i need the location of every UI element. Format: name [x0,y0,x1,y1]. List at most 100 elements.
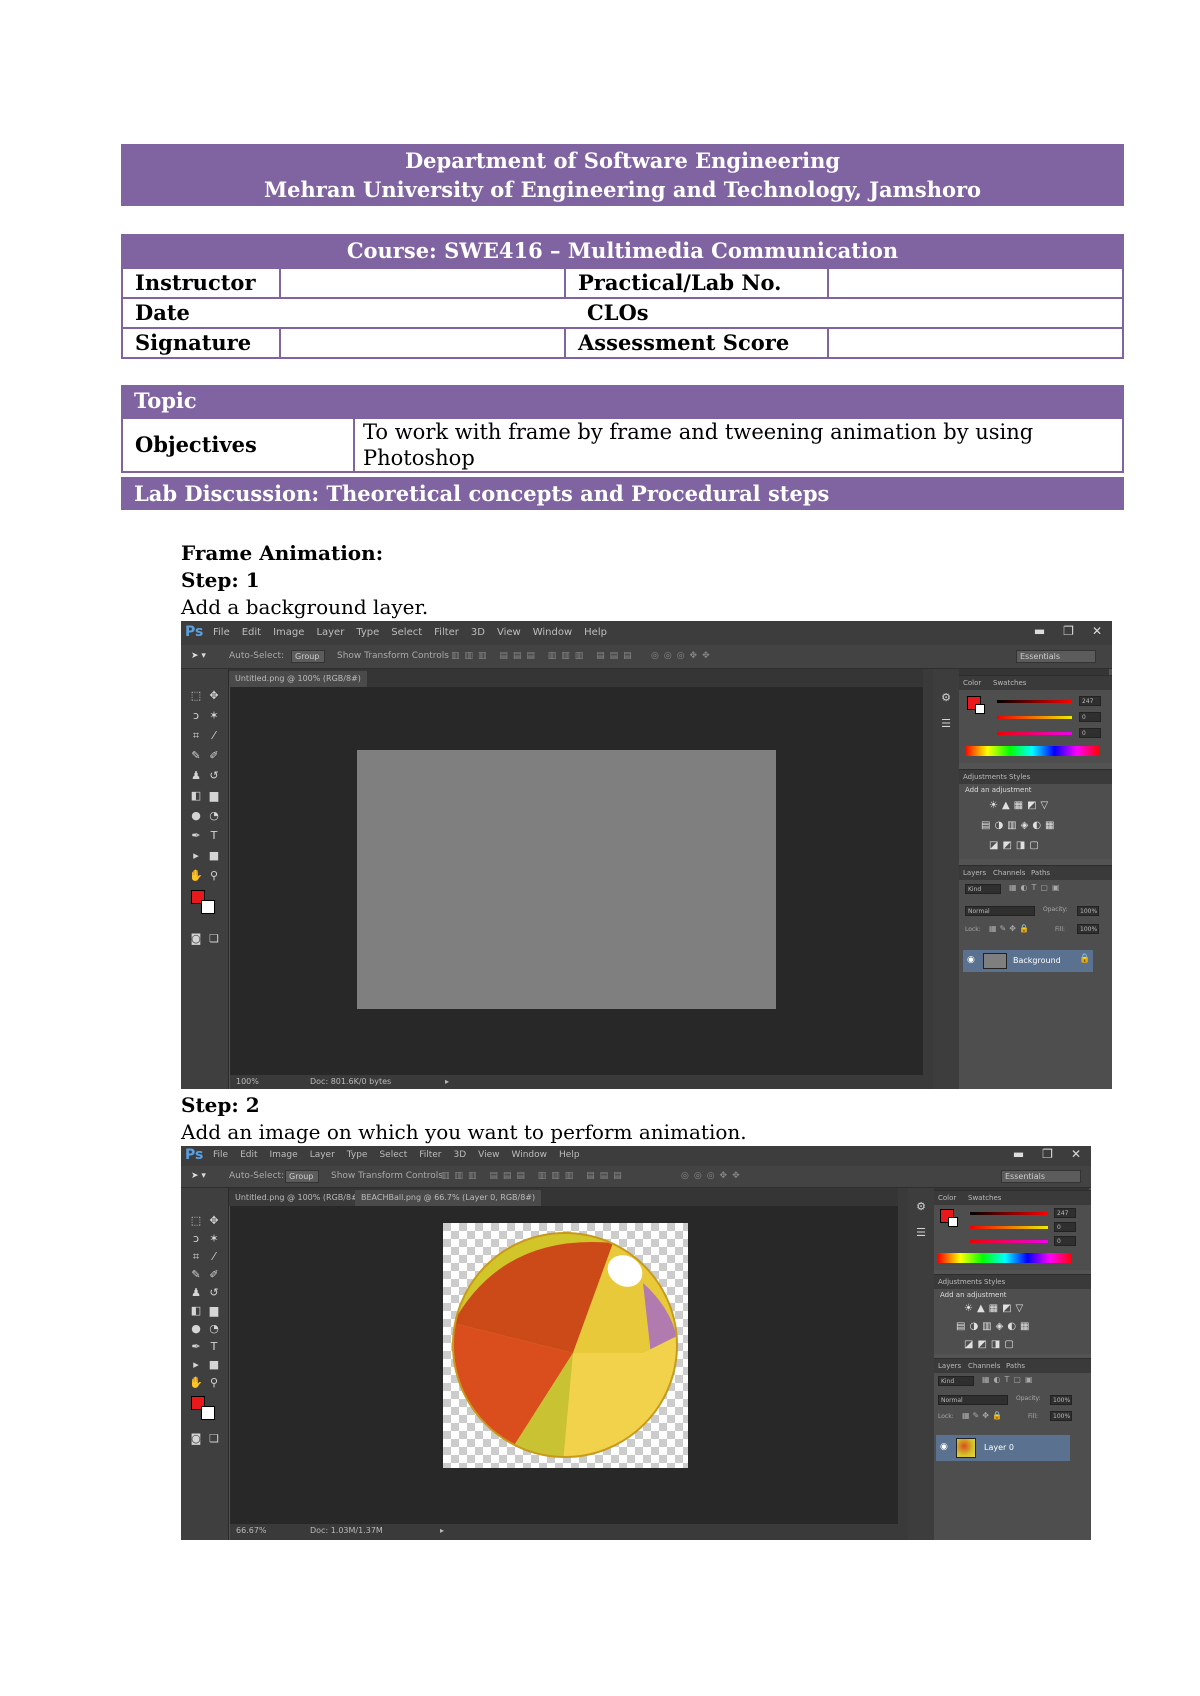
color-spectrum[interactable] [965,746,1099,756]
move-tool-icon[interactable]: ➤ ▾ [191,651,206,661]
tab-paths[interactable]: Paths [1027,866,1054,880]
status-arrow-icon[interactable]: ▸ [445,1075,449,1089]
green-value[interactable]: 0 [1054,1222,1076,1232]
properties-panel-icon[interactable]: ☰ [939,717,953,731]
blue-value[interactable]: 0 [1079,728,1101,738]
menu-edit[interactable]: Edit [240,1150,257,1160]
workspace-dropdown[interactable]: Essentials [1001,1170,1081,1183]
tab-paths[interactable]: Paths [1002,1359,1029,1373]
close-icon[interactable]: ✕ [1071,1147,1081,1161]
3d-mode-icons[interactable]: ◎◎◎✥✥ [651,651,715,661]
type-tool-icon[interactable]: T [207,829,221,843]
adjustment-icons-row3[interactable]: ◪◩◨▢ [964,1339,1018,1350]
crop-tool-icon[interactable]: ⌗ [189,729,203,743]
visibility-eye-icon[interactable]: ◉ [967,955,975,965]
menu-type[interactable]: Type [347,1150,368,1160]
menu-type[interactable]: Type [356,627,379,638]
history-panel-icon[interactable]: ⚙ [939,691,953,705]
screen-mode-icon[interactable]: ❏ [207,1432,221,1446]
show-transform-checkbox-label[interactable]: Show Transform Controls [337,651,449,661]
lock-icons[interactable]: ▦✎✥🔒 [989,924,1032,933]
vertical-scrollbar[interactable] [898,1188,908,1524]
pen-tool-icon[interactable]: ✒ [189,829,203,843]
history-brush-icon[interactable]: ↺ [207,1286,221,1300]
tab-channels[interactable]: Channels [964,1359,1004,1373]
menu-select[interactable]: Select [379,1150,407,1160]
screen-mode-icon[interactable]: ❏ [207,932,221,946]
layer-kind-filter[interactable]: Kind [965,884,1001,894]
tab-layers[interactable]: Layers [959,866,990,880]
red-value[interactable]: 247 [1054,1208,1076,1218]
stamp-tool-icon[interactable]: ♟ [189,1286,203,1300]
hand-tool-icon[interactable]: ✋ [189,1376,203,1390]
pen-tool-icon[interactable]: ✒ [189,1340,203,1354]
adjustment-icons-row1[interactable]: ☀▲▦◩▽ [989,800,1052,811]
type-tool-icon[interactable]: T [207,1340,221,1354]
marquee-tool-icon[interactable]: ⬚ [189,689,203,703]
3d-mode-icons[interactable]: ◎◎◎✥✥ [681,1171,745,1181]
tab-styles[interactable]: Styles [1005,770,1034,784]
color-panel-bg-swatch[interactable] [975,704,985,714]
opacity-value[interactable]: 100% [1050,1395,1072,1405]
fill-value[interactable]: 100% [1077,924,1099,934]
tab-color[interactable]: Color [959,676,985,690]
blend-mode-dropdown[interactable]: Normal [965,906,1035,916]
blur-tool-icon[interactable]: ● [189,809,203,823]
layer-filter-icons[interactable]: ▦◐T▢▣ [982,1375,1037,1384]
blue-slider[interactable] [997,732,1072,735]
background-color-swatch[interactable] [201,900,215,914]
green-slider[interactable] [997,716,1072,719]
eraser-tool-icon[interactable]: ◧ [189,789,203,803]
align-icons[interactable]: ▥▥▥ ▤▤▤ ▥▥▥ ▤▤▤ [441,1171,627,1181]
gradient-tool-icon[interactable]: ▆ [207,789,221,803]
move-tool-icon[interactable]: ✥ [207,689,221,703]
brush-tool-icon[interactable]: ✐ [207,1268,221,1282]
lasso-tool-icon[interactable]: ↄ [189,709,203,723]
auto-select-dropdown[interactable]: Group [285,1170,319,1183]
opacity-value[interactable]: 100% [1077,906,1099,916]
close-icon[interactable]: ✕ [1092,624,1102,638]
menu-window[interactable]: Window [533,627,572,638]
tab-adjustments[interactable]: Adjustments [934,1275,986,1289]
red-slider[interactable] [997,700,1072,703]
eyedropper-icon[interactable]: ⁄ [207,1250,221,1264]
lock-icons[interactable]: ▦✎✥🔒 [962,1411,1005,1420]
menu-image[interactable]: Image [273,627,304,638]
properties-panel-icon[interactable]: ☰ [914,1226,928,1240]
tab-layers[interactable]: Layers [934,1359,965,1373]
red-value[interactable]: 247 [1079,696,1101,706]
eraser-tool-icon[interactable]: ◧ [189,1304,203,1318]
quick-mask-icon[interactable]: ◙ [189,932,203,946]
layer-filter-icons[interactable]: ▦◐T▢▣ [1009,883,1064,892]
status-arrow-icon[interactable]: ▸ [440,1524,444,1538]
blur-tool-icon[interactable]: ● [189,1322,203,1336]
show-transform-checkbox-label[interactable]: Show Transform Controls [331,1171,443,1181]
shape-tool-icon[interactable]: ■ [207,1358,221,1372]
zoom-tool-icon[interactable]: ⚲ [207,1376,221,1390]
fill-value[interactable]: 100% [1050,1411,1072,1421]
align-icons[interactable]: ▥▥▥ ▤▤▤ ▥▥▥ ▤▤▤ [451,651,637,661]
color-spectrum[interactable] [938,1253,1072,1263]
tab-color[interactable]: Color [934,1191,960,1205]
tab-channels[interactable]: Channels [989,866,1029,880]
menu-filter[interactable]: Filter [419,1150,441,1160]
hand-tool-icon[interactable]: ✋ [189,869,203,883]
path-select-icon[interactable]: ▸ [189,849,203,863]
vertical-scrollbar[interactable] [923,669,933,1075]
color-panel-bg-swatch[interactable] [948,1217,958,1227]
menu-layer[interactable]: Layer [316,627,344,638]
dodge-tool-icon[interactable]: ◔ [207,809,221,823]
move-tool-icon[interactable]: ✥ [207,1214,221,1228]
crop-tool-icon[interactable]: ⌗ [189,1250,203,1264]
dodge-tool-icon[interactable]: ◔ [207,1322,221,1336]
shape-tool-icon[interactable]: ■ [207,849,221,863]
restore-icon[interactable]: ❐ [1042,1147,1053,1161]
workspace-dropdown[interactable]: Essentials [1016,650,1096,663]
menu-edit[interactable]: Edit [242,627,261,638]
stamp-tool-icon[interactable]: ♟ [189,769,203,783]
lasso-tool-icon[interactable]: ↄ [189,1232,203,1246]
path-select-icon[interactable]: ▸ [189,1358,203,1372]
history-panel-icon[interactable]: ⚙ [914,1200,928,1214]
restore-icon[interactable]: ❐ [1063,624,1074,638]
red-slider[interactable] [970,1212,1048,1215]
